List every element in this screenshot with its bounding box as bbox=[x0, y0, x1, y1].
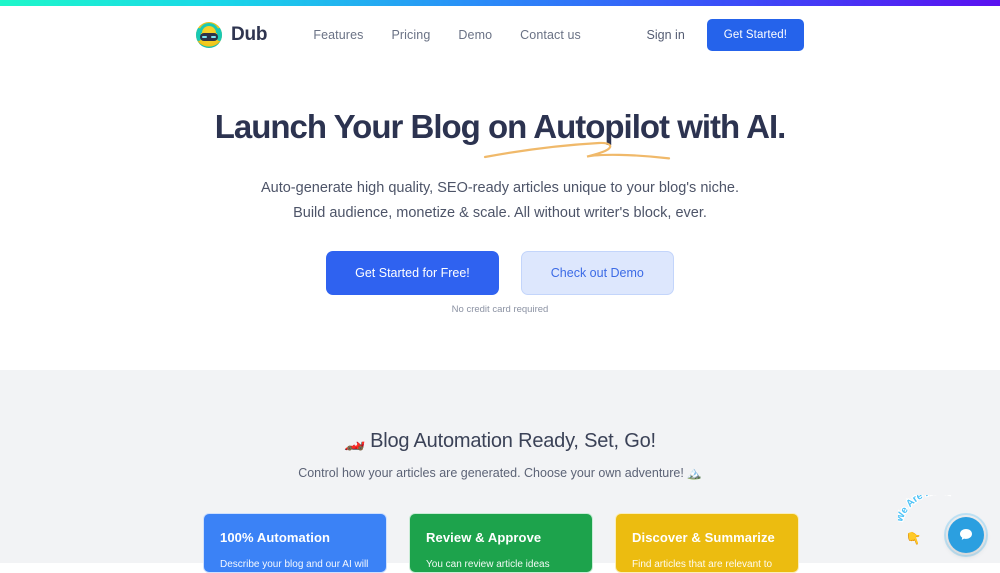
check-out-demo-button[interactable]: Check out Demo bbox=[521, 251, 674, 295]
we-are-here-text: We Are Here! bbox=[898, 495, 953, 524]
hero-headline: Launch Your Blog on Autopilot with AI. bbox=[215, 108, 786, 146]
hero-subheadline: Auto-generate high quality, SEO-ready ar… bbox=[0, 176, 1000, 226]
robot-headphones-logo-icon bbox=[196, 22, 222, 48]
get-started-free-button[interactable]: Get Started for Free! bbox=[326, 251, 499, 295]
card-review-approve[interactable]: Review & Approve You can review article … bbox=[409, 513, 593, 573]
hero-subline-2: Build audience, monetize & scale. All wi… bbox=[293, 205, 707, 221]
nav-link-features[interactable]: Features bbox=[313, 28, 363, 42]
automation-subtext: Control how your articles are generated.… bbox=[0, 466, 1000, 480]
chat-bubble-button[interactable] bbox=[948, 517, 984, 553]
card-title: 100% Automation bbox=[220, 530, 370, 545]
racing-car-icon: 🏎️ bbox=[344, 432, 365, 451]
automation-heading-text: Blog Automation Ready, Set, Go! bbox=[370, 430, 656, 452]
automation-section-header: 🏎️ Blog Automation Ready, Set, Go! Contro… bbox=[0, 370, 1000, 480]
brand-name: Dub bbox=[231, 24, 267, 46]
nav-link-contact-us[interactable]: Contact us bbox=[520, 28, 581, 42]
automation-card-row: 100% Automation Describe your blog and o… bbox=[203, 513, 800, 573]
mountain-icon: 🏔️ bbox=[687, 466, 702, 480]
svg-text:We Are Here!: We Are Here! bbox=[898, 495, 953, 524]
automation-heading: 🏎️ Blog Automation Ready, Set, Go! bbox=[0, 430, 1000, 453]
hero-section: Launch Your Blog on Autopilot with AI. A… bbox=[0, 64, 1000, 315]
chat-widget[interactable]: We Are Here! 👇 bbox=[902, 495, 988, 557]
nav-link-demo[interactable]: Demo bbox=[458, 28, 492, 42]
hero-subline-1: Auto-generate high quality, SEO-ready ar… bbox=[261, 180, 739, 196]
nav-link-pricing[interactable]: Pricing bbox=[391, 28, 430, 42]
card-body: Find articles that are relevant to your bbox=[632, 558, 782, 573]
automation-subtext-text: Control how your articles are generated.… bbox=[298, 466, 684, 480]
sign-in-link[interactable]: Sign in bbox=[647, 28, 685, 42]
site-header: Dub Features Pricing Demo Contact us Sig… bbox=[0, 6, 1000, 64]
brand-logo[interactable]: Dub bbox=[196, 22, 267, 48]
hero-cta-group: Get Started for Free! Check out Demo bbox=[0, 251, 1000, 295]
card-body: Describe your blog and our AI will bbox=[220, 558, 370, 571]
chat-bubble-icon bbox=[958, 527, 974, 543]
card-automation[interactable]: 100% Automation Describe your blog and o… bbox=[203, 513, 387, 573]
nav-actions: Sign in Get Started! bbox=[647, 19, 804, 51]
primary-nav: Features Pricing Demo Contact us bbox=[313, 28, 581, 42]
hero-headline-text: Launch Your Blog on Autopilot with AI. bbox=[215, 108, 786, 145]
card-discover-summarize[interactable]: Discover & Summarize Find articles that … bbox=[615, 513, 799, 573]
pointing-hand-icon: 👇 bbox=[904, 529, 924, 549]
card-body: You can review article ideas provided bbox=[426, 558, 576, 573]
no-credit-card-note: No credit card required bbox=[0, 304, 1000, 315]
card-title: Review & Approve bbox=[426, 530, 576, 545]
card-title: Discover & Summarize bbox=[632, 530, 782, 545]
get-started-button[interactable]: Get Started! bbox=[707, 19, 804, 51]
